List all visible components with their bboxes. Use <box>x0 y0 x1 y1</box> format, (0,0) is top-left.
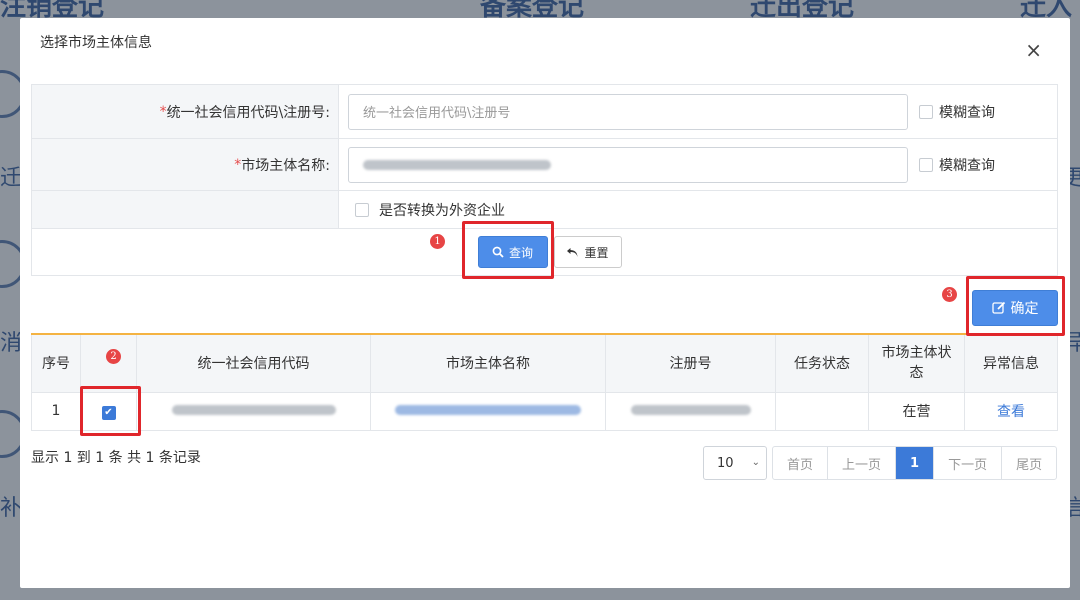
bg-side-text: 消 <box>0 331 23 356</box>
undo-icon <box>567 247 578 257</box>
pagination: 首页 上一页 1 下一页 尾页 <box>772 446 1058 480</box>
select-entity-dialog: 选择市场主体信息 × * 统一社会信用代码\注册号: 统一社会信用代码\注册号 … <box>20 18 1070 588</box>
page-current[interactable]: 1 <box>895 447 934 479</box>
page-next[interactable]: 下一页 <box>933 447 1001 479</box>
col-header: 注册号 <box>605 333 776 393</box>
reset-button-label: 重置 <box>584 245 609 260</box>
fuzzy-checkbox[interactable] <box>919 104 933 119</box>
highlight-row-checkbox <box>80 386 141 436</box>
close-icon[interactable]: × <box>1025 40 1042 60</box>
page-size-select[interactable]: 10 ⌄ <box>703 446 767 480</box>
form-row-entity-name: * 市场主体名称: 模糊查询 <box>32 139 1057 191</box>
page-last[interactable]: 尾页 <box>1001 447 1056 479</box>
view-exception-link[interactable]: 查看 <box>997 404 1025 420</box>
foreign-label: 是否转换为外资企业 <box>379 202 505 219</box>
redacted-credit-code <box>171 405 336 415</box>
highlight-confirm-button <box>966 276 1065 336</box>
fuzzy-label: 模糊查询 <box>939 104 995 121</box>
credit-code-fuzzy-option[interactable]: 模糊查询 <box>919 102 995 122</box>
required-mark: * <box>234 156 242 173</box>
fuzzy-label: 模糊查询 <box>939 157 995 174</box>
results-table: 序号 统一社会信用代码 市场主体名称 注册号 任务状态 市场主体状态 异常信息 … <box>31 333 1058 431</box>
table-row[interactable]: 1 ✔ 在营 查看 <box>31 391 1058 431</box>
entity-name-input[interactable] <box>348 146 908 183</box>
page-first[interactable]: 首页 <box>773 447 827 479</box>
cell-entity-status: 在营 <box>868 391 965 431</box>
dialog-title: 选择市场主体信息 <box>40 35 152 51</box>
col-header: 异常信息 <box>964 333 1058 393</box>
credit-code-label-text: 统一社会信用代码\注册号: <box>166 104 330 121</box>
empty-label <box>32 191 339 228</box>
step-badge-1: 1 <box>430 234 445 249</box>
page-prev[interactable]: 上一页 <box>827 447 895 479</box>
cell-credit-code <box>136 391 371 431</box>
step-badge-2: 2 <box>106 349 121 364</box>
redacted-reg-no <box>630 405 751 415</box>
entity-name-label-text: 市场主体名称: <box>241 157 330 174</box>
reset-button[interactable]: 重置 <box>553 236 622 268</box>
bg-side-text: 迁 <box>0 166 23 191</box>
cell-index: 1 <box>31 391 81 431</box>
col-header: 统一社会信用代码 <box>136 333 371 393</box>
entity-name-fuzzy-option[interactable]: 模糊查询 <box>919 155 995 175</box>
required-mark: * <box>159 103 167 120</box>
records-summary: 显示 1 到 1 条 共 1 条记录 <box>31 450 201 466</box>
credit-code-placeholder: 统一社会信用代码\注册号 <box>363 106 511 121</box>
form-row-credit-code: * 统一社会信用代码\注册号: 统一社会信用代码\注册号 模糊查询 <box>32 85 1057 139</box>
credit-code-label: * 统一社会信用代码\注册号: <box>32 85 339 138</box>
bg-side-text: 补 <box>0 496 23 521</box>
highlight-search-button <box>462 221 554 279</box>
step-badge-3: 3 <box>942 287 957 302</box>
col-header: 序号 <box>31 333 81 393</box>
cell-reg-no <box>605 391 776 431</box>
foreign-checkbox[interactable] <box>355 202 369 217</box>
table-header-row: 序号 统一社会信用代码 市场主体名称 注册号 任务状态 市场主体状态 异常信息 <box>31 333 1058 393</box>
cell-task-status <box>775 391 869 431</box>
entity-name-label: * 市场主体名称: <box>32 139 339 190</box>
col-header: 任务状态 <box>775 333 869 393</box>
cell-exception: 查看 <box>964 391 1058 431</box>
fuzzy-checkbox[interactable] <box>919 157 933 172</box>
redacted-entity-name <box>363 159 551 170</box>
col-header-select <box>80 333 137 393</box>
col-header: 市场主体名称 <box>370 333 606 393</box>
chevron-down-icon: ⌄ <box>751 457 760 468</box>
page-size-value: 10 <box>717 455 734 471</box>
credit-code-input[interactable]: 统一社会信用代码\注册号 <box>348 93 908 130</box>
redacted-entity-name-link[interactable] <box>395 405 581 415</box>
cell-entity-name[interactable] <box>370 391 606 431</box>
col-header: 市场主体状态 <box>868 333 965 393</box>
